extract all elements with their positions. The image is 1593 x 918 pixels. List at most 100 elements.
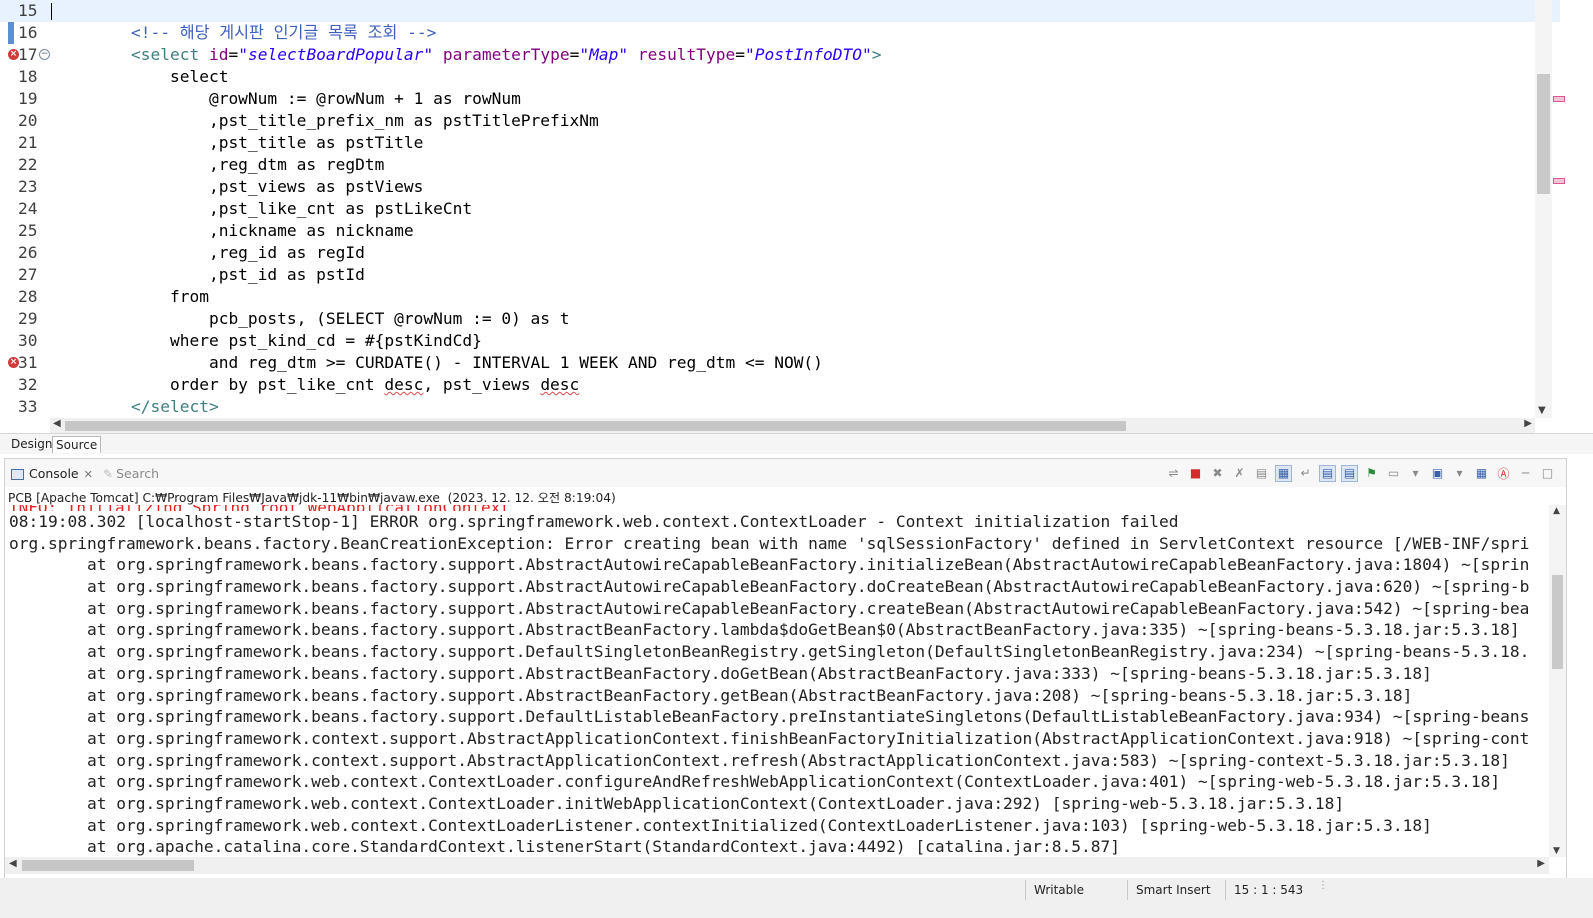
xml-editor[interactable]: 15 16 <!-- 해당 게시판 인기글 목록 조회 --> × 17− <sele…: [0, 0, 1593, 440]
code-token: ,pst_id as pstId: [92, 265, 365, 284]
code-line[interactable]: × 17− <select id="selectBoardPopular" par…: [0, 44, 1560, 66]
line-number: 16: [18, 23, 38, 42]
editor-page-tabs: Design Source: [0, 433, 1593, 454]
status-insert-mode[interactable]: Smart Insert: [1127, 880, 1226, 900]
console-horizontal-scrollbar[interactable]: ◀ ▶: [5, 857, 1549, 874]
code-text: ,pst_id as pstId: [92, 264, 365, 286]
code-line[interactable]: 21 ,pst_title as pstTitle: [0, 132, 1560, 154]
line-number: 18: [18, 67, 38, 86]
line-number: 28: [18, 287, 38, 306]
open-console-menu-icon[interactable]: ▾: [1451, 465, 1468, 482]
editor-text-area[interactable]: 15 16 <!-- 해당 게시판 인기글 목록 조회 --> × 17− <sele…: [0, 0, 1560, 418]
code-line[interactable]: 29 pcb_posts, (SELECT @rowNum := 0) as t: [0, 308, 1560, 330]
code-token: "selectBoardPopular": [238, 45, 434, 64]
console-line: at org.apache.catalina.core.StandardCont…: [9, 837, 1121, 857]
status-bar: Writable Smart Insert 15 : 1 : 543 ⋮: [0, 878, 1593, 918]
tab-design[interactable]: Design: [8, 436, 55, 452]
tab-search[interactable]: ✎ Search: [103, 465, 159, 483]
code-line[interactable]: 18 select: [0, 66, 1560, 88]
scroll-down-arrow-icon[interactable]: ▼: [1538, 405, 1546, 416]
tab-source[interactable]: Source: [52, 436, 102, 453]
console-vscroll-thumb[interactable]: [1552, 575, 1563, 669]
code-token: ,reg_id as regId: [92, 243, 365, 262]
scroll-right-arrow-icon[interactable]: ▶: [1524, 418, 1532, 429]
code-token: ,pst_views as pstViews: [92, 177, 424, 196]
code-token: "PostInfoDTO": [745, 45, 872, 64]
disconnect-icon[interactable]: ⇌: [1165, 465, 1182, 482]
console-line: org.springframework.beans.factory.BeanCr…: [9, 533, 1530, 553]
editor-vertical-scrollbar[interactable]: ▼: [1535, 0, 1552, 418]
editor-vscroll-thumb[interactable]: [1537, 74, 1550, 194]
code-token: resultType: [637, 45, 736, 64]
code-line[interactable]: 16 <!-- 해당 게시판 인기글 목록 조회 -->: [0, 22, 1560, 44]
code-line[interactable]: 24 ,pst_like_cnt as pstLikeCnt: [0, 198, 1560, 220]
show-on-stdout-icon[interactable]: ▤: [1319, 464, 1336, 482]
tab-console[interactable]: Console ✕: [11, 465, 93, 483]
code-line[interactable]: 33 </select>: [0, 396, 1560, 418]
overview-error-marker[interactable]: [1553, 178, 1565, 184]
code-text: from: [92, 286, 209, 308]
code-line[interactable]: 25 ,nickname as nickname: [0, 220, 1560, 242]
scroll-left-arrow-icon[interactable]: ◀: [9, 858, 17, 869]
open-console-icon[interactable]: ▣: [1429, 465, 1446, 482]
code-line[interactable]: 28 from: [0, 286, 1560, 308]
code-token: pcb_posts, (SELECT @rowNum := 0) as t: [92, 309, 570, 328]
code-line[interactable]: 27 ,pst_id as pstId: [0, 264, 1560, 286]
maximize-icon[interactable]: □: [1539, 465, 1556, 482]
minimize-icon[interactable]: ─: [1517, 465, 1534, 482]
code-text: ,pst_like_cnt as pstLikeCnt: [92, 198, 472, 220]
code-line[interactable]: 22 ,reg_dtm as regDtm: [0, 154, 1560, 176]
fold-collapse-icon[interactable]: −: [39, 49, 50, 60]
close-icon[interactable]: ✕: [84, 468, 93, 481]
console-line: at org.springframework.web.context.Conte…: [9, 815, 1432, 835]
code-token: @rowNum := @rowNum + 1 as rowNum: [92, 89, 521, 108]
code-line[interactable]: 15: [0, 0, 1560, 22]
clear-console-icon[interactable]: ▤: [1253, 465, 1270, 482]
display-console-menu-icon[interactable]: ▾: [1407, 465, 1424, 482]
word-wrap-icon[interactable]: ↵: [1297, 465, 1314, 482]
console-settings-icon[interactable]: ▦: [1473, 465, 1490, 482]
code-line[interactable]: 26 ,reg_id as regId: [0, 242, 1560, 264]
code-text: ,reg_id as regId: [92, 242, 365, 264]
code-line[interactable]: 30 where pst_kind_cd = #{pstKindCd}: [0, 330, 1560, 352]
code-line[interactable]: 32 order by pst_like_cnt desc, pst_views…: [0, 374, 1560, 396]
code-line[interactable]: 19 @rowNum := @rowNum + 1 as rowNum: [0, 88, 1560, 110]
console-vertical-scrollbar[interactable]: ▲ ▼: [1549, 505, 1566, 857]
console-output[interactable]: INFO: Initializing Spring root WebApplic…: [5, 505, 1546, 857]
scroll-right-arrow-icon[interactable]: ▶: [1537, 858, 1545, 869]
code-token: ,pst_title_prefix_nm as pstTitlePrefixNm: [92, 111, 599, 130]
code-text: <!-- 해당 게시판 인기글 목록 조회 -->: [92, 22, 436, 44]
terminate-icon[interactable]: ■: [1187, 465, 1204, 482]
remove-launch-icon[interactable]: ✖: [1209, 465, 1226, 482]
code-line[interactable]: 23 ,pst_views as pstViews: [0, 176, 1560, 198]
code-token: ,reg_dtm as regDtm: [92, 155, 385, 174]
display-console-icon[interactable]: ▭: [1385, 465, 1402, 482]
editor-hscroll-thumb[interactable]: [65, 421, 1126, 431]
show-on-stderr-icon[interactable]: ▤: [1341, 464, 1358, 482]
console-a-icon[interactable]: Ⓐ: [1495, 465, 1512, 482]
remove-all-icon[interactable]: ✗: [1231, 465, 1248, 482]
console-line: at org.springframework.web.context.Conte…: [9, 772, 1501, 792]
console-tab-label: Console: [29, 466, 79, 481]
code-token: parameterType: [442, 45, 570, 64]
overview-error-marker[interactable]: [1553, 96, 1565, 102]
code-text: and reg_dtm >= CURDATE() - INTERVAL 1 WE…: [92, 352, 823, 374]
scroll-left-arrow-icon[interactable]: ◀: [53, 418, 61, 429]
pin-console-icon[interactable]: ⚑: [1363, 465, 1380, 482]
code-line[interactable]: 20 ,pst_title_prefix_nm as pstTitlePrefi…: [0, 110, 1560, 132]
code-token: id: [208, 45, 229, 64]
scroll-up-arrow-icon[interactable]: ▲: [1553, 506, 1560, 516]
line-number: 20: [18, 111, 38, 130]
code-line[interactable]: × 31 and reg_dtm >= CURDATE() - INTERVAL …: [0, 352, 1560, 374]
console-line: at org.springframework.beans.factory.sup…: [9, 642, 1530, 662]
line-number: 21: [18, 133, 38, 152]
console-hscroll-thumb[interactable]: [22, 860, 194, 871]
scroll-lock-icon[interactable]: ▦: [1275, 464, 1292, 482]
editor-horizontal-scrollbar[interactable]: ◀ ▶: [50, 418, 1535, 433]
scroll-down-arrow-icon[interactable]: ▼: [1553, 846, 1560, 856]
